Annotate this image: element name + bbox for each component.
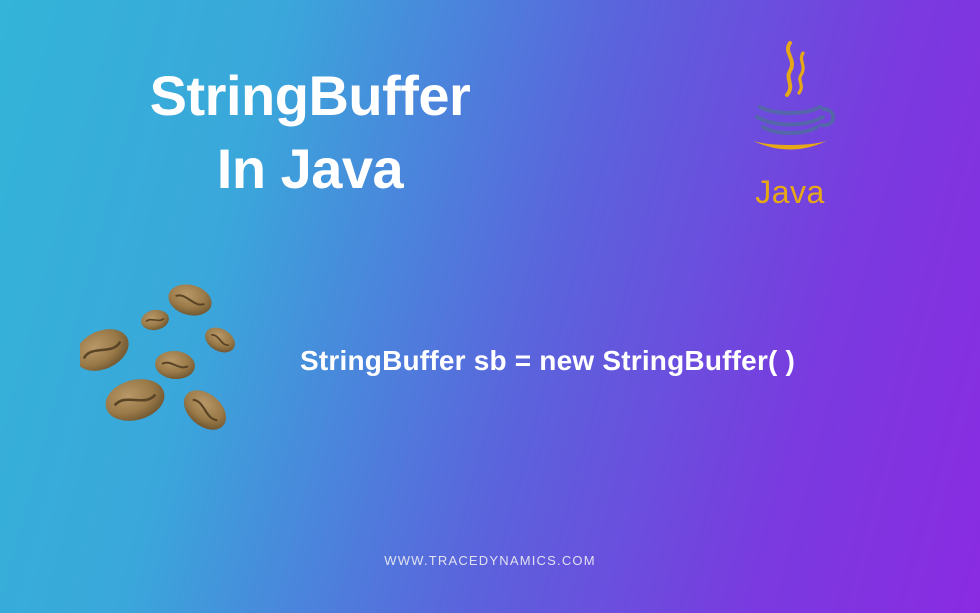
title-line-2: In Java xyxy=(217,137,403,200)
footer-url: WWW.TRACEDYNAMICS.COM xyxy=(0,553,980,568)
java-cup-icon xyxy=(735,35,845,165)
title-line-1: StringBuffer xyxy=(150,64,471,127)
coffee-beans-icon xyxy=(80,270,280,450)
code-snippet: StringBuffer sb = new StringBuffer( ) xyxy=(300,345,795,377)
banner-canvas: StringBuffer In Java Java xyxy=(0,0,980,613)
java-logo: Java xyxy=(725,35,855,215)
java-logo-label: Java xyxy=(725,174,855,211)
page-title: StringBuffer In Java xyxy=(100,60,520,206)
